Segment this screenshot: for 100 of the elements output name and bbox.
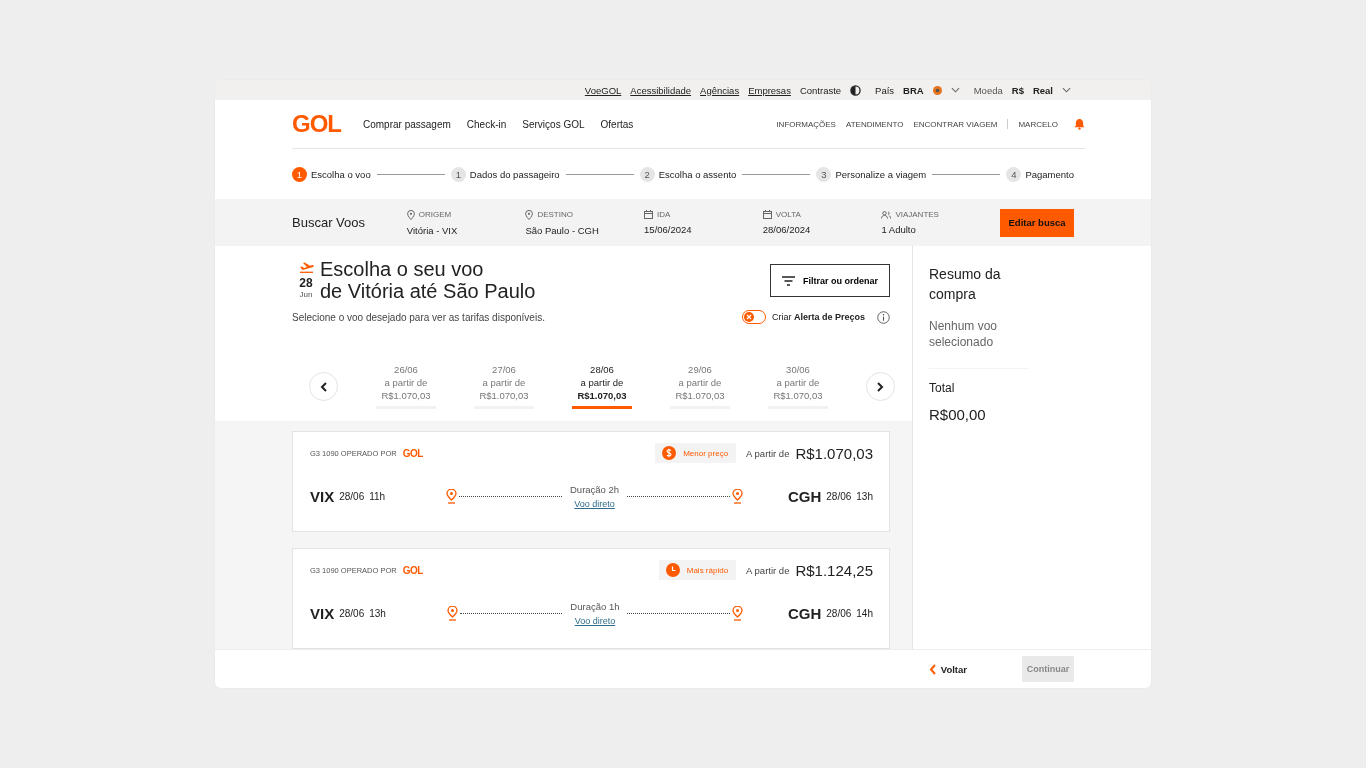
nav-link[interactable]: Check-in <box>466 118 507 130</box>
clock-icon <box>665 563 680 577</box>
step-label: Dados do passageiro <box>469 168 560 180</box>
currency-label: Moeda <box>973 84 1003 96</box>
chevron-right-icon <box>877 381 884 392</box>
date-tab[interactable]: 30/06 a partir de R$1.070,03 <box>768 364 828 409</box>
previous-button[interactable] <box>309 372 338 401</box>
header-link[interactable]: INFORMAÇÕES <box>776 119 836 129</box>
date-tab[interactable]: 28/06 a partir de R$1.070,03 <box>572 364 632 409</box>
field-value: 1 Adulto <box>881 224 917 235</box>
chevron-left-icon <box>928 663 936 675</box>
pin-icon <box>406 209 415 220</box>
total-label: Total <box>929 381 956 395</box>
total-value: R$00,00 <box>929 406 987 423</box>
edit-search-button[interactable]: Editar busca <box>1000 208 1074 237</box>
pin-icon <box>731 489 743 504</box>
top-link[interactable]: Empresas <box>748 84 791 96</box>
bell-icon[interactable] <box>1074 118 1085 130</box>
alert-label: Criar Alerta de Preços <box>771 312 865 322</box>
contrast-label: Contraste <box>799 84 842 96</box>
step-label: Escolha o assento <box>658 168 737 180</box>
pin-icon <box>446 606 458 621</box>
date-tab[interactable]: 27/06 a partir de R$1.070,03 <box>474 364 534 409</box>
step-number: 1 <box>292 166 307 182</box>
plane-takeoff-icon <box>298 260 314 273</box>
departure-time: 13h <box>369 608 386 619</box>
close-icon <box>745 314 752 320</box>
step-number: 1 <box>450 166 466 182</box>
country-value[interactable]: BRA <box>903 84 924 96</box>
direct-flight-link[interactable]: Voo direto <box>574 499 615 509</box>
filter-icon <box>782 275 795 286</box>
step-label: Personalize a viagem <box>835 168 927 180</box>
search-title: Buscar Voos <box>292 215 366 230</box>
origin-code: VIX <box>310 605 335 622</box>
field-value: 15/06/2024 <box>644 224 693 235</box>
info-icon[interactable] <box>877 310 890 324</box>
next-button[interactable] <box>866 372 895 401</box>
day-number: 28 <box>299 277 313 290</box>
page-title: Escolha o seu voo <box>320 258 485 280</box>
field-value: Vitória - VIX <box>406 224 459 236</box>
field-value: São Paulo - CGH <box>525 224 600 236</box>
instruction-text: Selecione o voo desejado para ver as tarifas disponíveis. <box>292 311 545 323</box>
flight-tag: Menor preço <box>655 443 737 463</box>
direct-flight-link[interactable]: Voo direto <box>574 616 616 626</box>
destination-code: CGH <box>787 605 822 622</box>
arrival-date: 28/06 <box>826 608 852 619</box>
price-label: A partir de <box>746 564 790 576</box>
currency-symbol: R$ <box>1011 84 1024 96</box>
gol-logo: GOL <box>402 447 423 459</box>
date-tab[interactable]: 26/06 a partir de R$1.070,03 <box>376 364 436 409</box>
pin-icon <box>731 606 743 621</box>
arrival-date: 28/06 <box>826 491 852 502</box>
gol-logo: GOL <box>402 564 423 576</box>
back-link[interactable]: Voltar <box>928 663 967 675</box>
arrival-time: 13h <box>856 491 873 502</box>
header-link[interactable]: ENCONTRAR VIAGEM <box>913 119 998 129</box>
chevron-down-icon[interactable] <box>950 87 960 93</box>
step-label: Escolha o voo <box>311 168 371 180</box>
duration-label: Duração 2h <box>570 484 620 495</box>
nav-link[interactable]: Serviços GOL <box>522 118 585 130</box>
departure-date: 28/06 <box>339 608 365 619</box>
step-number: 3 <box>816 166 832 182</box>
month-label: Jun <box>299 290 313 299</box>
flight-price: R$1.124,25 <box>795 561 873 579</box>
field-label: IDA <box>657 210 671 219</box>
step-number: 4 <box>1006 166 1022 182</box>
currency-value[interactable]: Real <box>1032 84 1053 96</box>
destination-code: CGH <box>787 488 822 505</box>
calendar-icon <box>644 210 654 219</box>
calendar-icon <box>762 210 772 219</box>
dollar-icon <box>662 446 677 460</box>
departure-time: 11h <box>369 491 386 502</box>
flight-tag: Mais rápido <box>658 560 737 580</box>
step-label: Pagamento <box>1025 168 1074 180</box>
nav-link[interactable]: Comprar passagem <box>363 118 451 130</box>
summary-title: Resumo da compra <box>929 265 1002 304</box>
field-label: DESTINO <box>537 210 573 219</box>
flight-price: R$1.070,03 <box>795 444 873 462</box>
user-name[interactable]: MARCELO <box>1018 119 1058 129</box>
chevron-down-icon[interactable] <box>1062 87 1071 93</box>
field-label: VOLTA <box>775 210 801 219</box>
step-number: 2 <box>639 166 655 182</box>
arrival-time: 14h <box>856 608 873 619</box>
top-link[interactable]: Agências <box>700 84 740 96</box>
top-link[interactable]: Acessibilidade <box>630 84 692 96</box>
flag-icon <box>932 85 942 95</box>
people-icon <box>881 210 892 219</box>
summary-empty-text: Nenhum voo selecionado <box>929 318 1029 369</box>
duration-label: Duração 1h <box>570 601 620 612</box>
contrast-icon[interactable] <box>850 84 862 96</box>
departure-date: 28/06 <box>339 491 365 502</box>
top-link[interactable]: VoeGOL <box>584 84 622 96</box>
pin-icon <box>525 209 534 220</box>
nav-link[interactable]: Ofertas <box>600 118 634 130</box>
origin-code: VIX <box>310 488 335 505</box>
filter-button[interactable]: Filtrar ou ordenar <box>770 264 890 297</box>
header-link[interactable]: ATENDIMENTO <box>845 119 904 129</box>
field-label: ORIGEM <box>418 210 452 219</box>
date-tab[interactable]: 29/06 a partir de R$1.070,03 <box>670 364 730 409</box>
country-label: País <box>875 84 895 96</box>
